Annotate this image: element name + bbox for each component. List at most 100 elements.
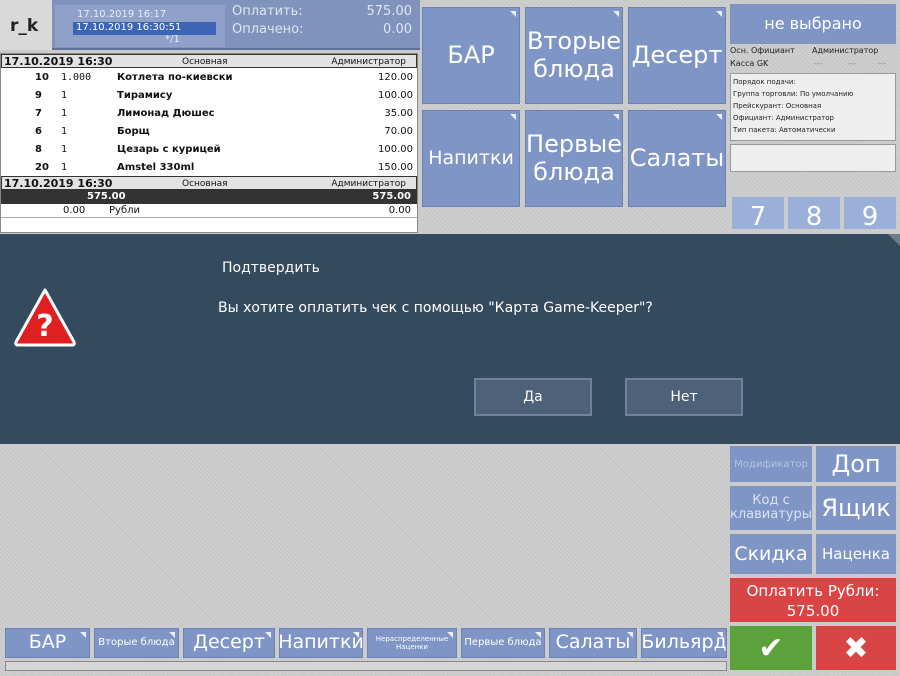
item-sum: 70.00: [384, 126, 413, 137]
category-second-courses[interactable]: Вторые блюда: [525, 7, 623, 104]
dialog-message: Вы хотите оплатить чек с помощью "Карта …: [218, 300, 653, 316]
bottom-scrollbar[interactable]: [5, 661, 727, 671]
bottom-category-unassigned-markups[interactable]: Нераспределенные Наценки: [367, 628, 457, 658]
item-number: 6: [35, 126, 42, 137]
check-footer-role: Администратор: [331, 179, 406, 189]
check-section: Основная: [182, 57, 228, 67]
to-pay-value: 575.00: [366, 4, 413, 19]
item-name: Лимонад Дюшес: [117, 108, 215, 119]
item-sum: 150.00: [378, 162, 413, 173]
item-sum: 120.00: [378, 72, 413, 83]
bottom-category-bar: БАР Вторые блюда Десерт Напитки Нераспре…: [5, 628, 727, 658]
modifiers-button[interactable]: Модификатор: [730, 446, 812, 482]
pay-label: Оплатить Рубли:: [746, 582, 880, 600]
cash-label: Касса GK: [730, 59, 769, 68]
check-footer-date: 17.10.2019 16:30: [4, 177, 113, 190]
no-button[interactable]: Нет: [625, 378, 743, 416]
bottom-category-salads[interactable]: Салаты: [549, 628, 637, 658]
to-pay-label: Оплатить:: [232, 4, 303, 19]
paid-label: Оплачено:: [232, 22, 304, 37]
numpad-9[interactable]: 9: [844, 197, 896, 229]
table-row[interactable]: 6 1 Борщ 70.00: [1, 122, 417, 140]
item-name: Котлета по-киевски: [117, 72, 233, 83]
waiter-label: Осн. Официант: [730, 46, 795, 55]
numpad-8[interactable]: 8: [788, 197, 840, 229]
yes-button[interactable]: Да: [474, 378, 592, 416]
cash-row: Касса GK --- --- ---: [730, 57, 896, 70]
cash-drawer-button[interactable]: Ящик: [816, 486, 896, 530]
paid-right: 0.00: [388, 205, 411, 216]
confirm-dialog: ? Подтвердить Вы хотите оплатить чек с п…: [0, 234, 900, 444]
category-drinks[interactable]: Напитки: [422, 110, 520, 207]
table-row[interactable]: 9 1 Тирамису 100.00: [1, 86, 417, 104]
info-line: Группа торговли: По умолчанию: [733, 90, 854, 98]
category-dessert[interactable]: Десерт: [628, 7, 726, 104]
guest-count: */1: [165, 34, 180, 45]
check-footer: 17.10.2019 16:30 Основная Администратор: [1, 176, 417, 190]
cancel-button[interactable]: ✖: [816, 626, 896, 670]
order-info-box: Порядок подачи: Группа торговли: По умол…: [730, 73, 896, 141]
bottom-category-drinks[interactable]: Напитки: [278, 628, 364, 658]
order-datetime: 17.10.2019 16:17 17.10.2019 16:30:51 */1: [55, 5, 225, 47]
total-right: 575.00: [372, 191, 411, 202]
payment-summary: Оплатить: 575.00 Оплачено: 0.00: [232, 4, 416, 46]
bottom-category-billiards[interactable]: Бильярд: [641, 628, 727, 658]
cash-value-2: ---: [848, 59, 857, 68]
bottom-category-dessert[interactable]: Десерт: [183, 628, 275, 658]
confirm-button[interactable]: ✔: [730, 626, 812, 670]
order-check[interactable]: 17.10.2019 16:30 Основная Администратор …: [0, 53, 418, 233]
bottom-category-second-courses[interactable]: Вторые блюда: [94, 628, 179, 658]
table-row[interactable]: 20 1 Amstel 330ml 150.00: [1, 158, 417, 176]
info-line: Порядок подачи:: [733, 78, 796, 86]
discount-button[interactable]: Скидка: [730, 534, 812, 574]
paid-currency: Рубли: [109, 205, 141, 216]
bottom-category-first-courses[interactable]: Первые блюда: [461, 628, 545, 658]
extra-button[interactable]: Доп: [816, 446, 896, 482]
check-items: 10 1.000 Котлета по-киевски 120.00 9 1 Тирами…: [1, 68, 417, 176]
item-name: Тирамису: [117, 90, 173, 101]
svg-text:?: ?: [36, 309, 53, 344]
check-icon: ✔: [758, 630, 784, 666]
warning-icon: ?: [14, 288, 76, 347]
total-left: 575.00: [87, 191, 126, 202]
item-qty: 1: [61, 108, 68, 119]
item-name: Цезарь с курицей: [117, 144, 221, 155]
pay-rubles-button[interactable]: Оплатить Рубли: 575.00: [730, 578, 896, 622]
category-salads[interactable]: Салаты: [628, 110, 726, 207]
dialog-title: Подтвердить: [222, 260, 320, 276]
item-name: Amstel 330ml: [117, 162, 195, 173]
item-number: 20: [35, 162, 49, 173]
category-bar[interactable]: БАР: [422, 7, 520, 104]
item-sum: 100.00: [378, 90, 413, 101]
item-qty: 1: [61, 126, 68, 137]
pay-amount: 575.00: [786, 602, 840, 620]
paid-left: 0.00: [63, 205, 86, 216]
markup-button[interactable]: Наценка: [816, 534, 896, 574]
not-selected-button[interactable]: не выбрано: [730, 4, 896, 44]
cash-value-3: ---: [878, 59, 887, 68]
waiter-value: Администратор: [812, 46, 879, 55]
info-panel: не выбрано Осн. Официант Администратор К…: [730, 4, 896, 194]
item-qty: 1: [61, 144, 68, 155]
cash-value-1: ---: [814, 59, 823, 68]
table-row[interactable]: 8 1 Цезарь с курицей 100.00: [1, 140, 417, 158]
app-logo: r_k: [0, 0, 52, 50]
bottom-category-bar-button[interactable]: БАР: [5, 628, 90, 658]
check-date: 17.10.2019 16:30: [4, 55, 113, 68]
check-header: 17.10.2019 16:30 Основная Администратор: [1, 54, 417, 68]
info-line: Тип пакета: Автоматически: [733, 126, 836, 134]
item-sum: 35.00: [384, 108, 413, 119]
item-qty: 1.000: [61, 72, 92, 83]
table-row[interactable]: 10 1.000 Котлета по-киевски 120.00: [1, 68, 417, 86]
numpad-7[interactable]: 7: [732, 197, 784, 229]
item-number: 7: [35, 108, 42, 119]
category-first-courses[interactable]: Первые блюда: [525, 110, 623, 207]
comment-box[interactable]: [730, 144, 896, 172]
item-number: 9: [35, 90, 42, 101]
info-line: Прейскурант: Основная: [733, 102, 822, 110]
keyboard-code-button[interactable]: Код с клавиатуры: [730, 486, 812, 530]
current-time: 17.10.2019 16:30:51: [73, 22, 216, 35]
item-number: 8: [35, 144, 42, 155]
table-row[interactable]: 7 1 Лимонад Дюшес 35.00: [1, 104, 417, 122]
paid-value: 0.00: [383, 22, 412, 37]
